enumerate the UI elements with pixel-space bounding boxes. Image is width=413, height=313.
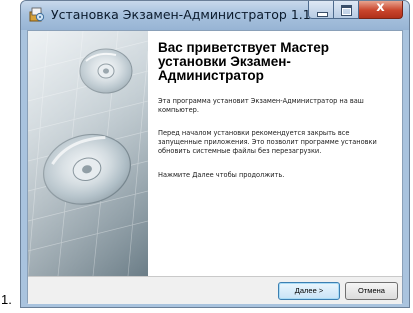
- window-title: Установка Экзамен-Администратор 1.14: [51, 7, 319, 22]
- wizard-intro-text: Эта программа установит Экзамен-Админист…: [158, 97, 364, 114]
- wizard-heading: Вас приветствует Мастер установки Экзаме…: [158, 40, 329, 83]
- installer-app-icon: [28, 6, 45, 23]
- maximize-icon: [341, 5, 352, 16]
- close-button[interactable]: x: [359, 1, 403, 19]
- close-icon: x: [376, 0, 385, 15]
- wizard-main-content: Вас приветствует Мастер установки Экзаме…: [148, 31, 402, 276]
- minimize-icon: [317, 12, 328, 17]
- maximize-button[interactable]: [334, 1, 359, 19]
- cd-disc-icon: [28, 31, 148, 276]
- window-controls: x: [308, 1, 403, 20]
- list-number: 1.: [1, 292, 12, 307]
- next-button[interactable]: Далее >: [278, 282, 340, 300]
- wizard-side-image: [28, 31, 148, 276]
- title-bar[interactable]: Установка Экзамен-Администратор 1.14 x: [21, 1, 409, 30]
- cancel-button[interactable]: Отмена: [345, 282, 398, 300]
- installer-window: Установка Экзамен-Администратор 1.14 x В…: [20, 0, 410, 308]
- wizard-continue-text: Нажмите Далее чтобы продолжить.: [158, 171, 285, 179]
- wizard-recommendation-text: Перед началом установки рекомендуется за…: [158, 129, 377, 155]
- wizard-client-area: Вас приветствует Мастер установки Экзаме…: [27, 30, 403, 304]
- minimize-button[interactable]: [308, 1, 334, 19]
- screenshot-canvas: 1. Установка Экзамен-Администратор 1.14: [0, 0, 413, 313]
- wizard-footer: Далее > Отмена: [28, 276, 402, 304]
